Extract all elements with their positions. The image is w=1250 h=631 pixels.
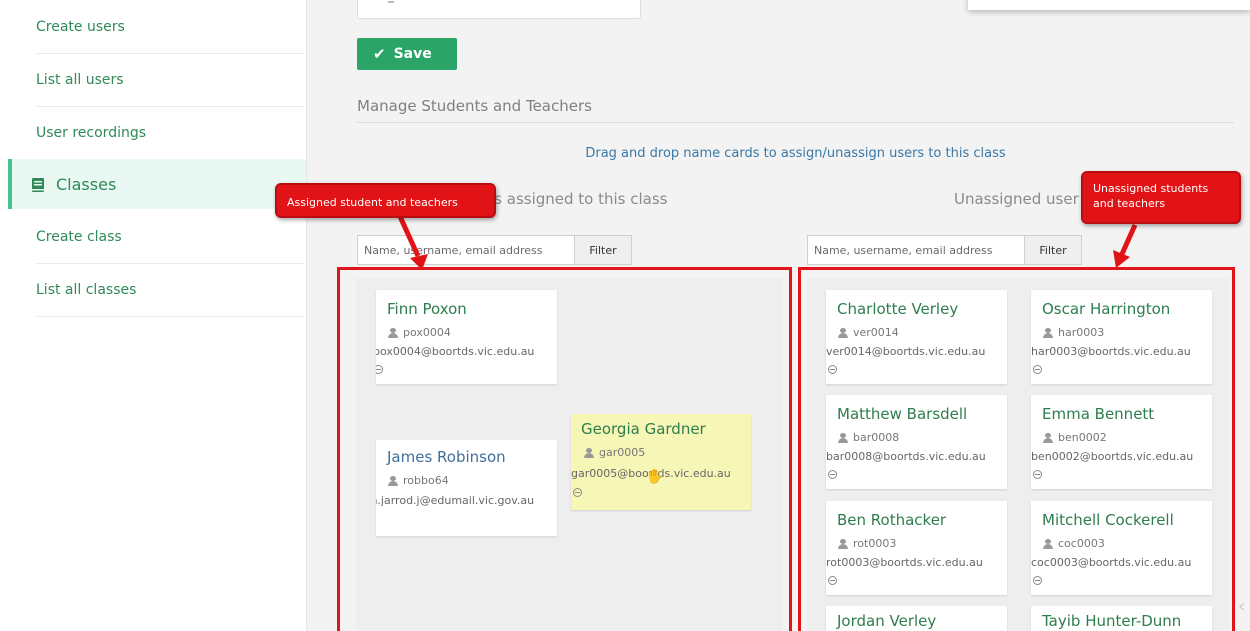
annotation-text-line1: Unassigned students bbox=[1093, 182, 1209, 195]
arrow-icon bbox=[395, 210, 428, 270]
arrow-icon bbox=[1113, 223, 1138, 268]
assigned-annotation: Assigned student and teachers bbox=[275, 183, 496, 218]
annotation-arrows bbox=[395, 210, 1138, 270]
annotation-text: Assigned student and teachers bbox=[287, 196, 458, 209]
chevron-left-icon: ‹ bbox=[1238, 596, 1246, 617]
annotation-text-line2: and teachers bbox=[1093, 197, 1166, 210]
unassigned-annotation: Unassigned students and teachers bbox=[1081, 171, 1241, 224]
